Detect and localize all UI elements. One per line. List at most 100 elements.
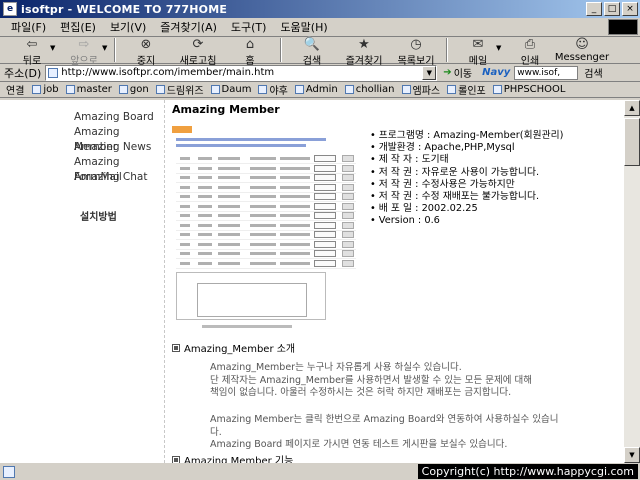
print-icon: ⎙ — [524, 37, 536, 52]
side-navigation: Amazing Board Amazing Member Amazing News A… — [74, 110, 158, 185]
link-page-icon — [401, 85, 411, 94]
link-item[interactable]: 드림위즈 — [155, 82, 204, 97]
toolbar-separator — [114, 38, 116, 62]
search-icon: 🔍 — [303, 37, 321, 52]
standard-toolbar: ⇦ 뒤로 ▼ ⇨ 앞으로 ▼ ⊗ 중지 ⟳ 새로고침 ⌂ 홈 🔍 검색 ★ 즐겨찾기 ◷ 목록보기 ✉ 메일 ▼ ⎙ 인쇄 ☺… — [0, 37, 640, 68]
menu-help[interactable]: 도움말(H) — [273, 19, 334, 35]
menu-edit[interactable]: 편집(E) — [53, 19, 103, 35]
link-item[interactable]: 야후 — [258, 82, 288, 97]
sidebar-item[interactable]: Amazing FormMail — [74, 155, 158, 183]
maximize-button[interactable]: □ — [604, 2, 620, 16]
intro-section-title: Amazing_Member 소개 — [184, 344, 296, 355]
features-section-title: Amazing Member 기능 — [184, 456, 294, 463]
forward-arrow-icon: ⇨ — [78, 37, 90, 52]
link-label: 드림위즈 — [166, 86, 204, 97]
favorites-icon: ★ — [358, 37, 370, 52]
toolbar-stop-button[interactable]: ⊗ 중지 — [120, 38, 172, 68]
link-page-icon — [118, 85, 128, 94]
menu-file[interactable]: 파일(F) — [4, 19, 53, 35]
info-item: • 개발환경 : Apache,PHP,Mysql — [370, 142, 562, 154]
status-bar: Copyright(c) http://www.happycgi.com — [0, 463, 640, 480]
intro-line: Amazing_Member는 누구나 자유롭게 사용 하실수 있습니다. — [210, 362, 462, 373]
menu-favorites[interactable]: 즐겨찾기(A) — [153, 19, 224, 35]
sidebar-item[interactable]: Amazing News — [74, 140, 158, 155]
toolbar-back-arrow-button[interactable]: ⇦ 뒤로 — [6, 37, 58, 68]
link-item[interactable]: 엠파스 — [401, 82, 440, 97]
scroll-thumb[interactable] — [624, 118, 640, 166]
info-text: 저 작 권 : 수정 재배포는 불가능합니다. — [378, 191, 540, 203]
menu-view[interactable]: 보기(V) — [103, 19, 153, 35]
address-bar: 주소(D) http://www.isoftpr.com/imember/mai… — [0, 64, 640, 82]
toolbar-dropdown-icon[interactable]: ▼ — [496, 44, 504, 52]
sidebar-item[interactable]: Amazing Board — [74, 110, 158, 125]
toolbar-history-button[interactable]: ◷ 목록보기 — [390, 37, 442, 68]
title-bar[interactable]: e isoftpr - WELCOME TO 777HOME _ □ × — [0, 0, 640, 18]
link-item[interactable]: Daum — [210, 84, 251, 95]
naver-search-button[interactable]: 검색 — [584, 65, 602, 80]
link-label: job — [43, 84, 59, 95]
history-icon: ◷ — [410, 37, 422, 52]
scroll-up-button[interactable]: ▲ — [624, 100, 640, 116]
back-arrow-icon: ⇦ — [26, 37, 38, 52]
address-input[interactable]: http://www.isoftpr.com/imember/main.htm … — [45, 64, 438, 81]
sidebar-item[interactable]: Amazing Member — [74, 125, 158, 153]
toolbar-forward-arrow-button[interactable]: ⇨ 앞으로 — [58, 37, 110, 68]
link-page-icon — [492, 85, 502, 94]
address-dropdown-button[interactable]: ▼ — [422, 65, 437, 80]
naver-toolbar: Navy www.isof, 검색 — [482, 65, 603, 80]
ie-logo-icon[interactable]: e — [3, 2, 17, 16]
link-page-icon — [155, 85, 165, 94]
toolbar-print-button[interactable]: ⎙ 인쇄 — [504, 37, 556, 68]
link-label: 야후 — [269, 86, 288, 97]
vertical-scrollbar[interactable]: ▲ ▼ — [624, 100, 640, 463]
mail-icon: ✉ — [472, 37, 484, 52]
link-item[interactable]: Admin — [294, 84, 338, 95]
link-page-icon — [210, 85, 220, 94]
minimize-button[interactable]: _ — [586, 2, 602, 16]
refresh-icon: ⟳ — [192, 37, 204, 52]
link-page-icon — [32, 85, 42, 94]
info-item: • 배 포 일 : 2002.02.25 — [370, 203, 562, 215]
info-text: 저 작 권 : 수정사용은 가능하지만 — [378, 178, 515, 190]
bullet-icon: • — [370, 154, 376, 166]
info-item: • Version : 0.6 — [370, 215, 562, 227]
toolbar-dropdown-icon[interactable]: ▼ — [50, 44, 58, 52]
toolbar-messenger-button[interactable]: ☺ Messenger — [554, 38, 610, 64]
toolbar-separator — [446, 38, 448, 62]
toolbar-button-label: Messenger — [554, 52, 610, 63]
go-label: 이동 — [453, 69, 473, 80]
link-page-icon — [447, 85, 457, 94]
info-item: • 저 작 권 : 수정사용은 가능하지만 — [370, 179, 562, 191]
nav-divider — [164, 100, 165, 463]
go-button[interactable]: ➔ 이동 — [443, 65, 472, 80]
page-title: Amazing Member — [172, 103, 280, 116]
intro-line: 단 제작자는 Amazing_Member를 사용하면서 발생할 수 있는 모든… — [210, 374, 533, 386]
page-viewport[interactable]: Amazing Board Amazing Member Amazing News A… — [0, 100, 624, 463]
info-text: 프로그램명 : Amazing-Member(회원관리) — [378, 130, 564, 141]
naver-logo[interactable]: Navy — [482, 67, 510, 78]
links-label: 연결 — [6, 86, 25, 97]
naver-search-input[interactable]: www.isof, — [514, 65, 579, 80]
go-arrow-icon: ➔ — [443, 67, 452, 78]
link-item[interactable]: gon — [118, 84, 149, 95]
install-guide-link[interactable]: 설치방법 — [80, 208, 117, 223]
toolbar-search-button[interactable]: 🔍 검색 — [286, 37, 338, 68]
info-text: Version : 0.6 — [378, 215, 440, 227]
info-item: • 제 작 자 : 도기태 — [370, 154, 562, 166]
sidebar-item[interactable]: Amazing Chat — [74, 170, 158, 185]
toolbar-dropdown-icon[interactable]: ▼ — [102, 44, 110, 52]
close-button[interactable]: × — [622, 2, 638, 16]
toolbar-refresh-button[interactable]: ⟳ 새로고침 — [172, 37, 224, 68]
link-item[interactable]: PHPSCHOOL — [492, 84, 565, 95]
link-item[interactable]: chollian — [344, 84, 395, 95]
toolbar-mail-button[interactable]: ✉ 메일 — [452, 37, 504, 68]
link-item[interactable]: master — [65, 84, 112, 95]
toolbar-home-button[interactable]: ⌂ 홈 — [224, 38, 276, 68]
link-item[interactable]: 롤인포 — [447, 82, 486, 97]
menu-bar: 파일(F) 편집(E) 보기(V) 즐겨찾기(A) 도구(T) 도움말(H) — [0, 18, 640, 37]
menu-tools[interactable]: 도구(T) — [224, 19, 274, 35]
scroll-down-button[interactable]: ▼ — [624, 447, 640, 463]
link-item[interactable]: job — [32, 84, 59, 95]
intro-paragraph-2: Amazing Member는 클릭 한번으로 Amazing Board와 연… — [210, 414, 560, 452]
toolbar-favorites-button[interactable]: ★ 즐겨찾기 — [338, 37, 390, 68]
